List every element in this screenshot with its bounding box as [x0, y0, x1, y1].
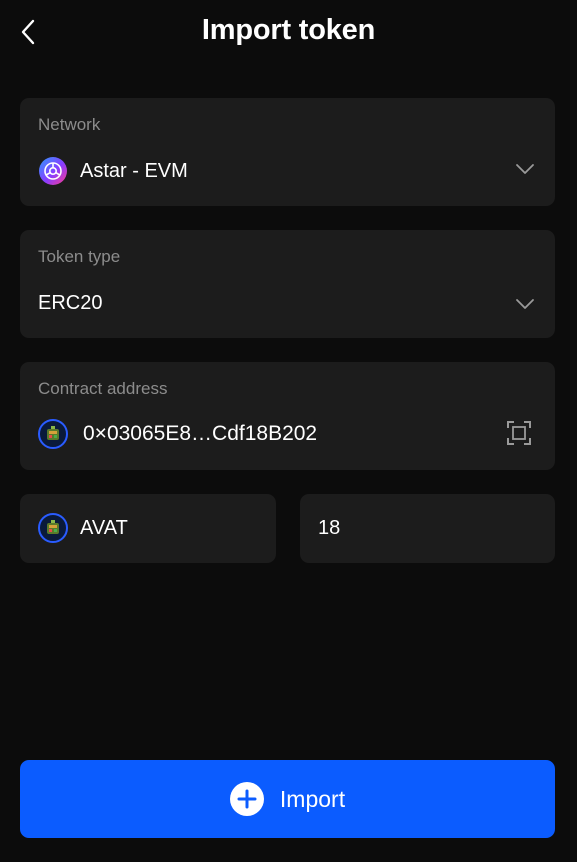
contract-address-label: Contract address	[38, 379, 168, 398]
token-type-value: ERC20	[38, 292, 103, 314]
token-logo-icon	[38, 513, 68, 543]
token-type-select[interactable]: Token type ERC20	[20, 230, 555, 338]
contract-address-row: 0×03065E8…Cdf18B202	[38, 419, 535, 449]
token-type-label: Token type	[38, 247, 121, 266]
import-token-screen: Import token Network Astar - EVM Token t…	[0, 0, 577, 862]
network-row: Astar - EVM	[38, 156, 535, 186]
contract-address-value: 0×03065E8…Cdf18B202	[83, 422, 318, 445]
chevron-down-icon	[515, 162, 535, 180]
plus-circle-icon	[229, 782, 264, 816]
network-select[interactable]: Network Astar - EVM	[20, 98, 555, 206]
token-decimals-field[interactable]: 18	[300, 494, 555, 563]
page-title: Import token	[201, 14, 376, 46]
token-symbol-value: AVAT	[80, 516, 128, 539]
token-logo-icon	[38, 419, 68, 449]
token-decimals-row: 18	[318, 517, 535, 540]
token-symbol-row: AVAT	[38, 513, 256, 543]
network-value: Astar - EVM	[80, 159, 188, 182]
token-decimals-value: 18	[318, 517, 341, 539]
import-button[interactable]: Import	[20, 760, 555, 838]
scan-qr-icon[interactable]	[507, 421, 531, 450]
network-label: Network	[38, 115, 101, 134]
token-type-row: ERC20	[38, 292, 535, 315]
astar-network-icon	[38, 156, 68, 186]
chevron-down-icon	[515, 297, 535, 315]
contract-address-field[interactable]: Contract address 0×03065E8…Cdf18B202	[20, 362, 555, 470]
import-button-label: Import	[279, 785, 346, 812]
header: Import token	[0, 0, 577, 70]
token-symbol-field[interactable]: AVAT	[20, 494, 276, 563]
